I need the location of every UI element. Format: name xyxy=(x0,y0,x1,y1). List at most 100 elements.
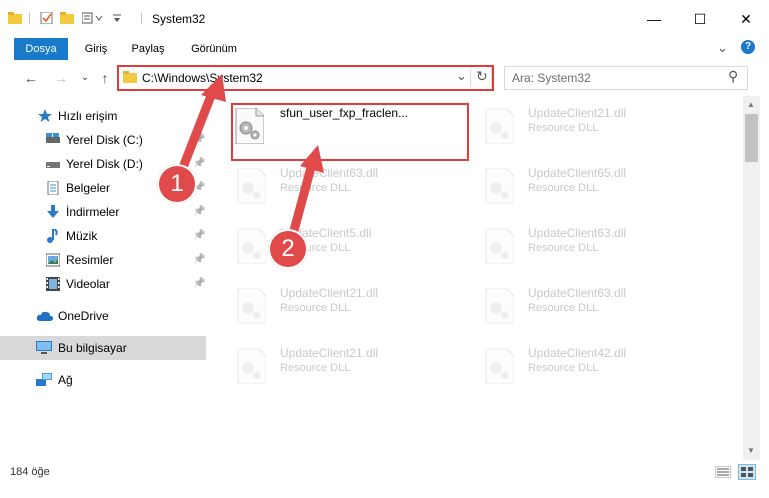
sidebar-item-label: Ağ xyxy=(58,373,73,387)
item-count: 184 öğe xyxy=(10,466,50,478)
view-options-icon[interactable] xyxy=(82,12,104,24)
sidebar-item-label: İndirmeler xyxy=(66,205,120,219)
sidebar-item-label: Bu bilgisayar xyxy=(58,341,127,355)
maximize-button[interactable]: ☐ xyxy=(677,0,723,38)
file-item[interactable]: UpdateClient42.dll Resource DLL xyxy=(484,344,714,396)
drive-icon xyxy=(46,162,60,168)
callout-step-1: 1 xyxy=(157,164,197,204)
status-bar: 184 öğe xyxy=(0,460,769,498)
dll-file-icon xyxy=(237,168,266,204)
scroll-up-icon[interactable]: ▲ xyxy=(747,100,755,109)
tab-view[interactable]: Görünüm xyxy=(186,38,242,60)
dll-file-icon xyxy=(237,228,266,264)
callout-step-2: 2 xyxy=(268,229,308,269)
back-button[interactable]: ← xyxy=(22,68,40,88)
video-icon xyxy=(46,277,60,291)
sidebar-item-label: Müzik xyxy=(66,229,98,243)
sidebar-item-label: Resimler xyxy=(66,253,114,267)
title-bar: | | System32 — ☐ ✕ xyxy=(0,0,769,38)
file-item[interactable]: UpdateClient63.dll Resource DLL xyxy=(236,164,466,216)
forward-button[interactable]: → xyxy=(52,68,70,88)
search-icon[interactable]: ⚲ xyxy=(728,68,738,85)
dll-file-icon xyxy=(485,168,514,204)
dll-file-icon xyxy=(485,108,514,144)
star-icon xyxy=(38,109,52,122)
sidebar-item-label: OneDrive xyxy=(58,309,109,323)
dll-file-icon xyxy=(237,288,266,324)
document-icon xyxy=(47,181,59,195)
file-name: UpdateClient65.dll xyxy=(528,166,627,180)
file-type: Resource DLL xyxy=(528,362,599,374)
dll-file-icon xyxy=(485,348,514,384)
scrollbar-thumb[interactable] xyxy=(745,114,758,162)
file-name: UpdateClient21.dll xyxy=(528,106,627,120)
drive-icon xyxy=(46,133,60,143)
picture-icon xyxy=(46,253,60,267)
sidebar-item-label: Belgeler xyxy=(66,181,111,195)
dll-file-icon xyxy=(237,348,266,384)
file-type: Resource DLL xyxy=(528,182,599,194)
title-separator: | xyxy=(140,10,144,24)
file-item[interactable]: UpdateClient63.dll Resource DLL xyxy=(484,224,714,276)
file-highlight-box xyxy=(231,103,469,161)
pin-icon: 📌 xyxy=(193,206,206,217)
sidebar-item-local-disk-c[interactable]: Yerel Disk (C:) 📌 xyxy=(0,128,206,152)
sidebar-item-videos[interactable]: Videolar 📌 xyxy=(0,272,206,296)
sidebar-item-network[interactable]: Ağ xyxy=(0,368,206,392)
network-icon xyxy=(36,373,52,386)
pin-icon: 📌 xyxy=(193,134,206,145)
minimize-button[interactable]: — xyxy=(631,0,677,38)
cloud-icon xyxy=(36,311,54,321)
file-name: UpdateClient63.dll xyxy=(528,226,627,240)
help-button[interactable]: ? xyxy=(741,40,755,54)
details-view-icon[interactable] xyxy=(715,466,731,478)
navigation-pane: Hızlı erişim Yerel Disk (C:) 📌 Yerel Dis… xyxy=(0,96,210,460)
properties-icon[interactable] xyxy=(40,12,54,24)
file-item[interactable]: UpdateClient21.dll Resource DLL xyxy=(484,104,714,156)
new-folder-icon[interactable] xyxy=(60,12,74,24)
file-item[interactable]: UpdateClient65.dll Resource DLL xyxy=(484,164,714,216)
file-type: Resource DLL xyxy=(528,302,599,314)
search-placeholder: Ara: System32 xyxy=(512,71,591,85)
address-highlight-box xyxy=(117,65,494,91)
sidebar-item-label: Hızlı erişim xyxy=(58,109,118,123)
file-name: UpdateClient63.dll xyxy=(280,166,379,180)
tab-home[interactable]: Giriş xyxy=(78,38,114,60)
sidebar-item-label: Yerel Disk (C:) xyxy=(66,133,143,147)
window-title: System32 xyxy=(152,12,206,26)
pin-icon: 📌 xyxy=(193,254,206,265)
vertical-scrollbar[interactable]: ▲ ▼ xyxy=(743,96,760,460)
dll-file-icon xyxy=(485,228,514,264)
sidebar-item-quick-access[interactable]: Hızlı erişim xyxy=(0,104,206,128)
sidebar-item-label: Videolar xyxy=(66,277,110,291)
sidebar-item-onedrive[interactable]: OneDrive xyxy=(0,304,206,328)
music-icon xyxy=(47,229,58,243)
ribbon-tabs: Dosya Giriş Paylaş Görünüm ⌄ ? xyxy=(0,38,769,61)
sidebar-item-label: Yerel Disk (D:) xyxy=(66,157,143,171)
file-item[interactable]: UpdateClient63.dll Resource DLL xyxy=(484,284,714,336)
up-button[interactable]: ↑ xyxy=(96,68,114,88)
file-type: Resource DLL xyxy=(280,362,351,374)
pin-icon: 📌 xyxy=(193,230,206,241)
tab-share[interactable]: Paylaş xyxy=(126,38,170,60)
computer-icon xyxy=(36,341,52,354)
recent-locations-button[interactable]: ⌄ xyxy=(76,68,94,88)
file-type: Resource DLL xyxy=(528,122,599,134)
file-name: UpdateClient42.dll xyxy=(528,346,627,360)
large-icons-view-icon[interactable] xyxy=(738,464,756,480)
folder-icon xyxy=(8,12,22,24)
qa-separator: | xyxy=(28,10,32,24)
customize-toolbar-icon[interactable] xyxy=(112,12,122,24)
ribbon-expand-button[interactable]: ⌄ xyxy=(717,40,728,56)
file-name: UpdateClient21.dll xyxy=(280,286,379,300)
file-name: UpdateClient63.dll xyxy=(528,286,627,300)
sidebar-item-pictures[interactable]: Resimler 📌 xyxy=(0,248,206,272)
close-button[interactable]: ✕ xyxy=(723,0,769,38)
file-item[interactable]: UpdateClient21.dll Resource DLL xyxy=(236,344,466,396)
sidebar-item-this-pc[interactable]: Bu bilgisayar xyxy=(0,336,206,360)
file-item[interactable]: UpdateClient21.dll Resource DLL xyxy=(236,284,466,336)
sidebar-item-music[interactable]: Müzik 📌 xyxy=(0,224,206,248)
file-type: Resource DLL xyxy=(280,182,351,194)
tab-file[interactable]: Dosya xyxy=(14,38,68,60)
scroll-down-icon[interactable]: ▼ xyxy=(747,446,755,455)
